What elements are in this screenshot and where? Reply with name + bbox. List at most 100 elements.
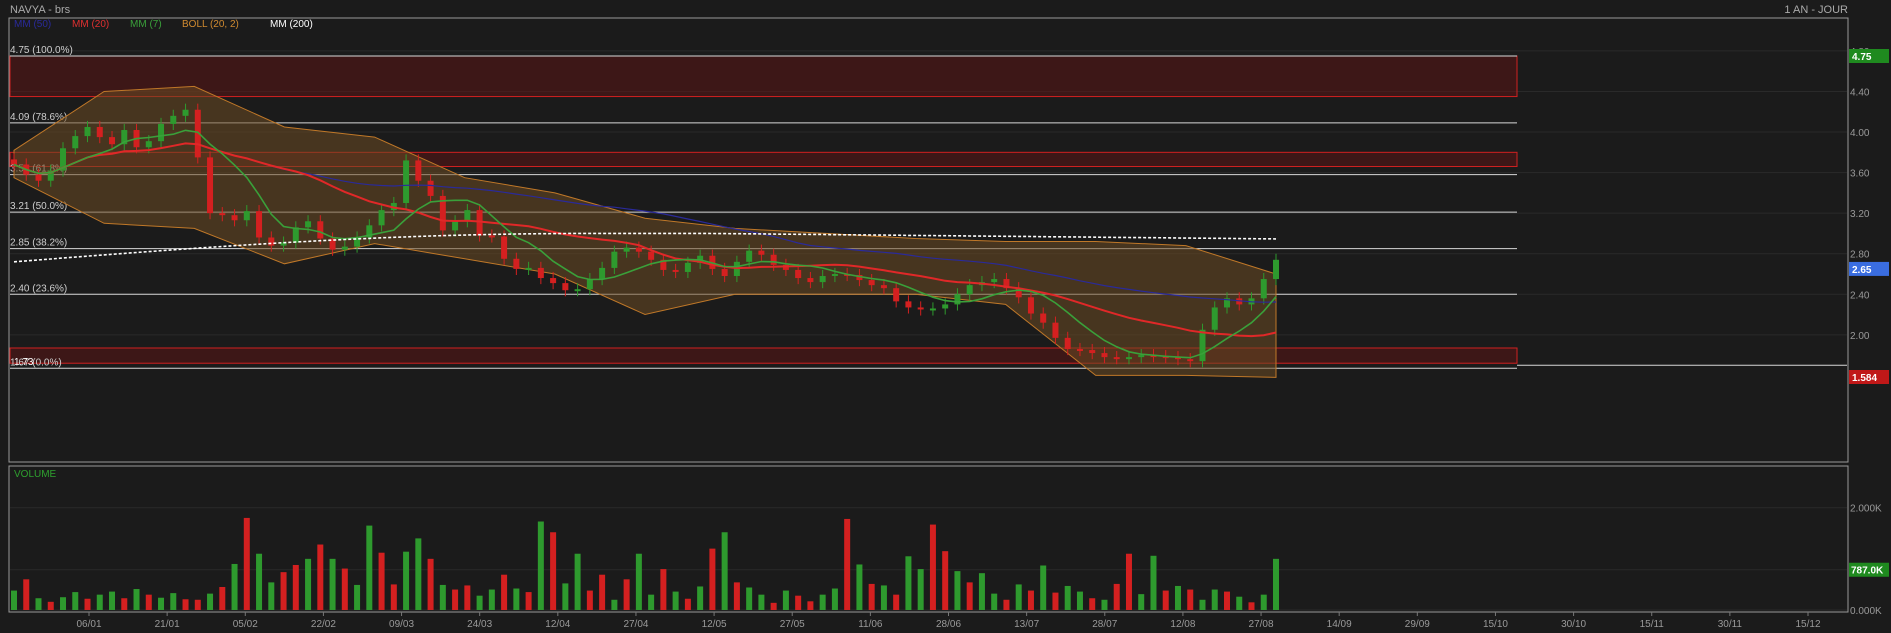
volume-bar [721, 532, 728, 610]
candle-body [109, 137, 116, 145]
volume-bar [966, 582, 973, 610]
stock-chart: NAVYA - brs 1 AN - JOUR 4.75 (100.0%) 4.0… [8, 4, 1889, 630]
candle-body [219, 213, 226, 216]
candle-body [562, 283, 569, 291]
volume-bar [452, 589, 459, 610]
period-selector[interactable]: 1 AN - JOUR [1784, 4, 1848, 16]
candle-body [427, 180, 434, 196]
volume-bar [831, 588, 838, 610]
candle-body [1027, 297, 1034, 314]
date-tick-label: 12/05 [702, 619, 727, 630]
volume-bar [354, 584, 361, 610]
volume-bar [96, 594, 103, 610]
candle-body [684, 262, 691, 272]
volume-bar [525, 592, 532, 610]
price-tag-label: 4.75 [1852, 52, 1872, 63]
candle-body [501, 236, 508, 259]
volume-bar [121, 598, 128, 610]
volume-bar [1113, 583, 1120, 610]
candle-body [317, 221, 324, 239]
candle-body [1064, 337, 1071, 350]
candle-body [1273, 259, 1279, 280]
candle-body [1260, 279, 1267, 299]
resistance-zone [9, 347, 1518, 364]
volume-bar [182, 599, 189, 610]
candle-body [991, 279, 998, 283]
volume-bar [1150, 555, 1157, 610]
price-tick-label: 3.20 [1850, 209, 1870, 220]
volume-bar [207, 593, 214, 610]
candle-body [550, 278, 557, 284]
candle-body [158, 123, 165, 142]
volume-bar [1162, 590, 1169, 610]
candle-body [452, 221, 459, 231]
legend-entry: MM (50) [14, 19, 51, 30]
volume-bar [268, 582, 275, 610]
volume-bar [476, 595, 483, 610]
volume-bar [170, 593, 177, 610]
date-tick-label: 28/07 [1092, 619, 1117, 630]
candle-body [464, 210, 471, 222]
volume-bar [550, 532, 557, 610]
legend-entry: MM (7) [130, 19, 162, 30]
volume-bar [1138, 594, 1145, 610]
candle-body [207, 157, 214, 214]
date-tick-label: 27/05 [780, 619, 805, 630]
volume-bar [1052, 592, 1059, 610]
volume-bar [795, 595, 802, 610]
candle-body [268, 237, 275, 246]
date-tick-label: 29/09 [1405, 619, 1430, 630]
volume-bar [133, 589, 140, 610]
candle-body [513, 258, 520, 269]
candle-body [403, 160, 410, 204]
volume-bar [1211, 589, 1218, 610]
volume-bar [709, 548, 716, 610]
candle-body [868, 280, 875, 286]
volume-bar [684, 598, 691, 610]
candle-body [1199, 329, 1206, 362]
volume-bar [1174, 585, 1181, 610]
volume-bar [782, 590, 789, 610]
volume-bar [305, 558, 312, 610]
candle-body [1125, 357, 1132, 360]
volume-bar [280, 572, 287, 610]
volume-bar [635, 553, 642, 610]
candle-body [635, 247, 642, 252]
date-tick-label: 15/12 [1795, 619, 1820, 630]
volume-bar [231, 563, 238, 610]
date-tick-label: 09/03 [389, 619, 414, 630]
volume-title: VOLUME [14, 469, 57, 480]
candle-body [145, 141, 152, 148]
candle-body [1052, 322, 1059, 338]
candle-body [954, 294, 961, 305]
volume-bar [1089, 598, 1096, 610]
volume-bar [1003, 599, 1010, 610]
volume-bar [942, 551, 949, 610]
candle-body [1076, 349, 1083, 352]
candle-body [929, 308, 936, 311]
volume-bar [905, 556, 912, 610]
candle-body [1211, 307, 1218, 330]
candle-body [795, 269, 802, 279]
candle-body [942, 304, 949, 309]
volume-tag-label: 787.0K [1851, 566, 1884, 577]
legend-entry: MM (200) [270, 19, 313, 30]
volume-bar [513, 588, 520, 610]
volume-bar [611, 599, 618, 610]
volume-bar [329, 558, 336, 610]
date-tick-label: 21/01 [155, 619, 180, 630]
volume-bar [1248, 602, 1255, 610]
date-tick-label: 24/03 [467, 619, 492, 630]
candle-body [488, 235, 495, 238]
volume-bar [501, 574, 508, 610]
fib-label: 3.21 (50.0%) [10, 201, 67, 212]
volume-bar [917, 569, 924, 610]
candle-body [623, 247, 630, 252]
price-tick-label: 2.40 [1850, 290, 1870, 301]
volume-bar [158, 597, 165, 610]
volume-bar [893, 594, 900, 610]
volume-bar [991, 593, 998, 610]
volume-bar [1199, 599, 1206, 610]
candle-body [11, 159, 17, 165]
volume-bar [35, 598, 42, 610]
